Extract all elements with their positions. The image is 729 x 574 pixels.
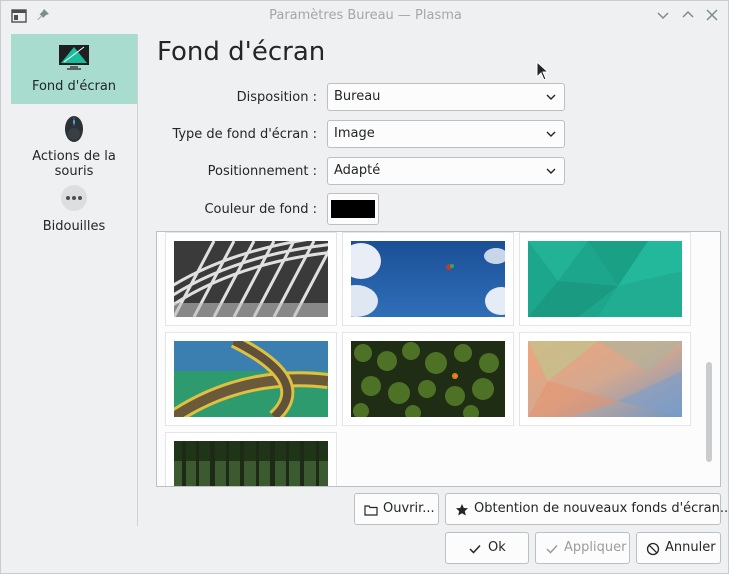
wallpaper-image	[528, 341, 682, 417]
wallpaper-image	[351, 241, 505, 317]
disposition-select[interactable]: Bureau	[327, 83, 565, 111]
window-title: Paramètres Bureau — Plasma	[269, 8, 462, 23]
close-icon[interactable]	[705, 8, 719, 22]
wallpaper-image	[351, 341, 505, 417]
disposition-value: Bureau	[334, 89, 381, 104]
folder-icon	[364, 505, 378, 516]
wallpaper-type-label: Type de fond d'écran :	[172, 127, 317, 142]
minimize-icon[interactable]	[656, 8, 670, 22]
wallpaper-type-select[interactable]: Image	[327, 120, 565, 148]
background-color-label: Couleur de fond :	[204, 202, 317, 217]
wallpaper-thumb[interactable]	[520, 233, 690, 325]
wallpaper-image	[174, 441, 328, 486]
maximize-icon[interactable]	[681, 8, 695, 22]
sidebar-item-label: Bidouilles	[42, 219, 106, 234]
settings-window: Paramètres Bureau — Plasma Fond d'écran	[0, 0, 729, 574]
check-icon	[469, 544, 481, 554]
star-icon	[456, 504, 468, 516]
wallpaper-image	[174, 341, 328, 417]
apply-label: Appliquer	[564, 540, 627, 555]
apply-button[interactable]: Appliquer	[535, 532, 630, 564]
wallpaper-grid	[156, 231, 721, 487]
positioning-value: Adapté	[334, 163, 381, 178]
wallpaper-thumb[interactable]	[343, 233, 513, 325]
open-button[interactable]: Ouvrir...	[354, 493, 439, 525]
open-label: Ouvrir...	[383, 501, 435, 516]
wallpaper-thumb[interactable]	[166, 233, 336, 325]
ok-button[interactable]: Ok	[445, 532, 529, 564]
cancel-label: Annuler	[665, 540, 716, 555]
sidebar: Fond d'écran Actions de la souris Bidoui…	[11, 34, 138, 526]
positioning-label: Positionnement :	[207, 164, 317, 179]
cancel-button[interactable]: Annuler	[636, 532, 721, 564]
wallpaper-thumb[interactable]	[343, 333, 513, 425]
vertical-scrollbar[interactable]	[706, 362, 712, 462]
get-new-label: Obtention de nouveaux fonds d'écran...	[474, 501, 729, 516]
positioning-select[interactable]: Adapté	[327, 157, 565, 185]
wallpaper-type-value: Image	[334, 126, 375, 141]
disposition-label: Disposition :	[236, 90, 317, 105]
cancel-icon	[646, 542, 660, 556]
color-swatch	[331, 200, 375, 218]
wallpaper-thumb[interactable]	[166, 433, 336, 486]
page-title: Fond d'écran	[157, 37, 326, 67]
monitor-wallpaper-icon	[59, 45, 89, 70]
check-icon	[546, 544, 558, 554]
chevron-down-icon	[546, 94, 556, 100]
chevron-down-icon	[546, 131, 556, 137]
wallpaper-thumb[interactable]	[520, 333, 690, 425]
wallpaper-image	[528, 241, 682, 317]
title-bar: Paramètres Bureau — Plasma	[1, 1, 728, 31]
background-color-button[interactable]	[327, 193, 379, 225]
chevron-down-icon	[546, 168, 556, 174]
mouse-cursor-icon	[536, 61, 550, 81]
wallpaper-thumb[interactable]	[166, 333, 336, 425]
get-new-wallpapers-button[interactable]: Obtention de nouveaux fonds d'écran...	[445, 493, 729, 525]
wallpaper-image	[174, 241, 328, 317]
